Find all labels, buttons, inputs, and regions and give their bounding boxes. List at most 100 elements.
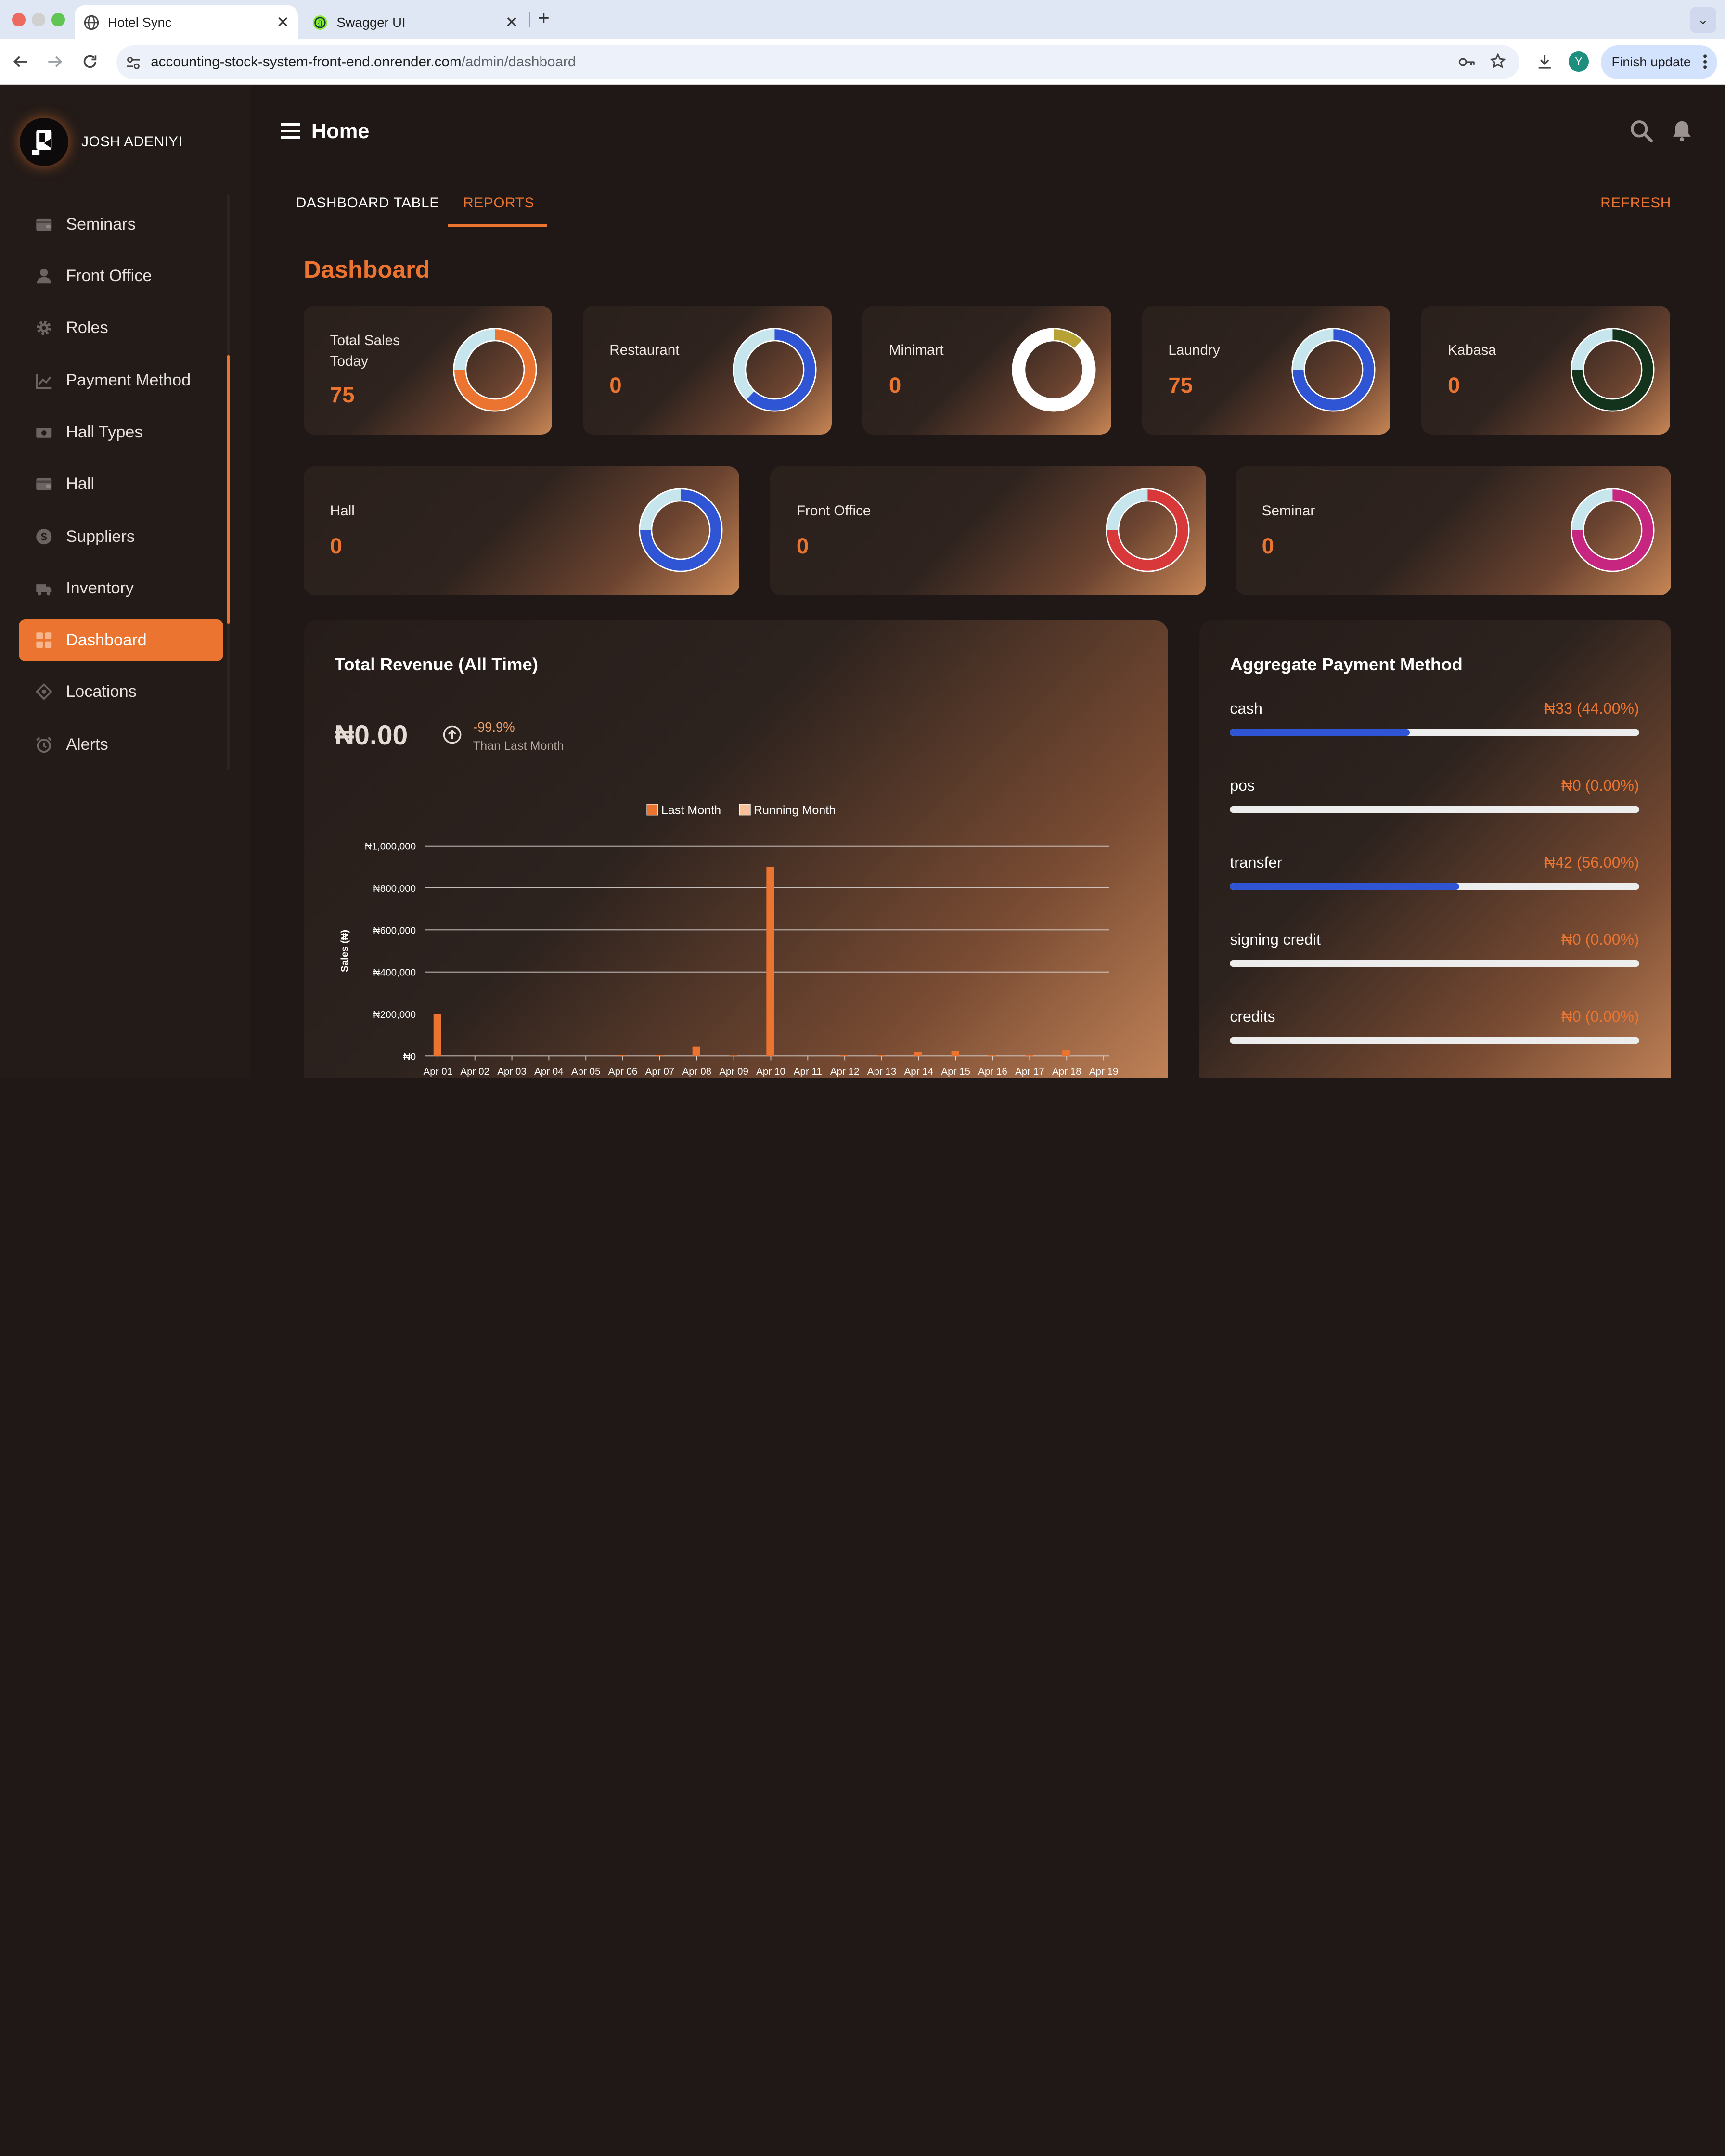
sidebar-item-hall-types[interactable]: Hall Types — [19, 411, 223, 453]
bar — [729, 1055, 737, 1056]
sidebar-item-label: Roles — [66, 318, 108, 337]
stat-card-label: Laundry — [1168, 342, 1220, 359]
donut-inner-outline — [1118, 500, 1177, 560]
sidebar-item-alerts[interactable]: Alerts — [19, 724, 223, 766]
location-icon — [35, 683, 53, 701]
x-tick-label: Apr 12 — [830, 1066, 860, 1077]
reload-icon[interactable] — [78, 50, 102, 74]
donut-inner-outline — [651, 500, 711, 560]
forward-arrow-icon[interactable] — [43, 50, 67, 74]
donut-chart — [639, 488, 723, 572]
sidebar-item-locations[interactable]: Locations — [19, 671, 223, 713]
tab-dashboard-table[interactable]: DASHBOARD TABLE — [296, 195, 439, 211]
stat-card-value: 75 — [1168, 372, 1193, 398]
menu-icon[interactable] — [280, 123, 300, 139]
revenue-title: Total Revenue (All Time) — [334, 654, 539, 674]
new-tab-icon[interactable]: + — [538, 7, 550, 29]
sidebar-item-front-office[interactable]: Front Office — [19, 255, 223, 297]
stat-card-label: Restaurant — [609, 342, 680, 359]
payment-method-value: ₦33 (44.00%) — [1544, 699, 1639, 717]
dollar-circle-icon: $ — [35, 528, 53, 546]
donut-track — [1012, 328, 1095, 411]
x-tick-label: Apr 17 — [1015, 1066, 1044, 1077]
browser-tab-title: Swagger UI — [336, 14, 406, 30]
svg-text:$: $ — [41, 530, 47, 543]
legend-swatch — [646, 804, 658, 816]
active-tab-indicator — [448, 224, 547, 227]
tab-reports[interactable]: REPORTS — [463, 195, 534, 211]
user-profile[interactable]: JOSH ADENIYI — [20, 117, 182, 167]
stat-card-value: 0 — [609, 372, 622, 398]
browser-tab-hotel-sync[interactable]: Hotel Sync ✕ — [75, 5, 298, 40]
close-tab-icon[interactable]: ✕ — [505, 13, 518, 31]
password-key-icon[interactable] — [1458, 54, 1476, 74]
finish-update-button[interactable]: Finish update — [1600, 45, 1717, 79]
stat-card-label: Minimart — [888, 342, 944, 359]
search-icon[interactable] — [1628, 118, 1655, 144]
sidebar-item-label: Hall Types — [66, 423, 143, 441]
window-close-button[interactable] — [12, 13, 26, 26]
sidebar: JOSH ADENIYI Seminars Front Office Roles… — [0, 84, 250, 1078]
bell-icon[interactable] — [1669, 118, 1695, 144]
bar — [766, 867, 774, 1056]
sidebar-item-seminars[interactable]: Seminars — [19, 204, 223, 245]
truck-icon — [35, 580, 53, 598]
x-tick-label: Apr 07 — [645, 1066, 674, 1077]
progress-fill — [1230, 883, 1459, 890]
stat-card-label: Hall — [330, 502, 355, 519]
sidebar-item-dashboard[interactable]: Dashboard — [18, 619, 223, 661]
sidebar-item-payment-method[interactable]: Payment Method — [19, 359, 223, 401]
bar — [988, 1055, 996, 1056]
x-tick-label: Apr 09 — [719, 1066, 748, 1077]
arrow-up-circle-icon — [443, 725, 462, 744]
address-bar[interactable]: accounting-stock-system-front-end.onrend… — [116, 45, 1519, 79]
tab-search-chevron-icon[interactable]: ⌄ — [1689, 6, 1716, 33]
refresh-button[interactable]: REFRESH — [1600, 195, 1671, 211]
person-icon — [35, 267, 53, 285]
donut-inner-outline — [1024, 340, 1084, 399]
payment-method-value: ₦0 (0.00%) — [1561, 776, 1639, 794]
payment-method-value: ₦42 (56.00%) — [1544, 853, 1639, 871]
donut-chart — [1571, 488, 1655, 572]
sidebar-item-label: Inventory — [66, 579, 134, 598]
x-tick-label: Apr 15 — [941, 1066, 970, 1077]
tab-separator — [529, 12, 530, 28]
sidebar-item-suppliers[interactable]: $ Suppliers — [19, 516, 223, 558]
close-tab-icon[interactable]: ✕ — [276, 13, 289, 31]
download-icon[interactable] — [1536, 53, 1554, 75]
sidebar-scrollbar-thumb[interactable] — [226, 355, 230, 624]
sidebar-item-label: Suppliers — [66, 527, 135, 546]
more-vert-icon[interactable] — [1703, 53, 1707, 74]
window-maximize-button[interactable] — [51, 13, 65, 26]
stat-card-laundry: Laundry 75 — [1142, 306, 1391, 435]
browser-tab-title: Hotel Sync — [107, 14, 172, 30]
sidebar-item-roles[interactable]: Roles — [19, 307, 223, 349]
back-arrow-icon[interactable] — [9, 50, 33, 74]
sidebar-item-label: Alerts — [66, 735, 108, 754]
bar — [914, 1052, 922, 1056]
browser-tab-swagger[interactable]: {} Swagger UI ✕ — [304, 5, 527, 39]
x-tick-label: Apr 05 — [571, 1066, 601, 1077]
cash-icon — [35, 424, 53, 441]
legend-label: Running Month — [754, 803, 836, 817]
stat-card-value: 0 — [1447, 372, 1460, 398]
bookmark-star-icon[interactable] — [1490, 52, 1506, 74]
window-minimize-button[interactable] — [32, 13, 45, 26]
swagger-icon: {} — [312, 15, 328, 30]
legend-label: Last Month — [661, 803, 721, 817]
sidebar-item-label: Front Office — [66, 267, 152, 285]
profile-avatar[interactable]: Y — [1569, 51, 1589, 72]
browser-tab-strip: Hotel Sync ✕ {} Swagger UI ✕ + ⌄ — [0, 0, 1725, 40]
wallet-icon — [35, 475, 53, 493]
sidebar-item-hall[interactable]: Hall — [19, 463, 223, 505]
x-tick-label: Apr 14 — [904, 1066, 933, 1077]
sidebar-item-inventory[interactable]: Inventory — [19, 567, 223, 609]
revenue-amount: ₦0.00 — [334, 719, 408, 751]
y-tick-label: ₦200,000 — [373, 1009, 416, 1020]
x-tick-label: Apr 08 — [682, 1066, 711, 1077]
revenue-bar-chart: Last Month Running Month ₦0 ₦200,000 ₦400,00… — [339, 803, 1118, 1077]
stat-card-value: 0 — [888, 372, 901, 398]
bar — [655, 1055, 663, 1056]
y-axis-title: Sales (₦) — [339, 930, 350, 972]
site-settings-icon[interactable] — [126, 55, 141, 75]
